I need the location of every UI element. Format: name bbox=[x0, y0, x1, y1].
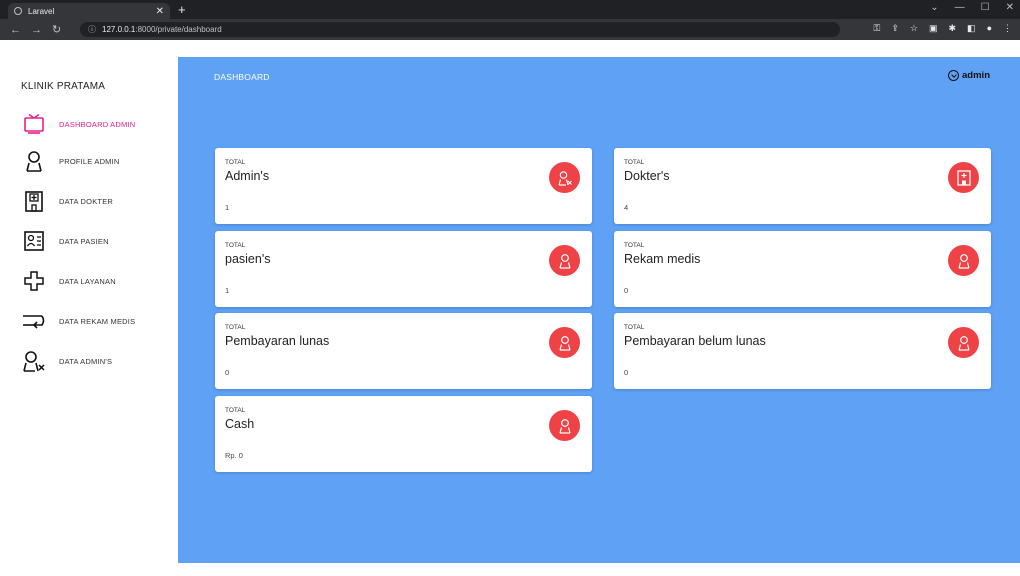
hospital-icon bbox=[22, 190, 46, 212]
sidebar-item-profile-admin[interactable]: PROFILE ADMIN bbox=[22, 149, 120, 173]
patient-list-icon bbox=[22, 230, 46, 252]
back-icon[interactable]: ← bbox=[10, 24, 21, 36]
user-icon bbox=[948, 327, 979, 358]
stat-card-rekam-medis[interactable]: TOTAL Rekam medis 0 bbox=[614, 231, 991, 307]
record-import-icon bbox=[22, 310, 46, 332]
key-icon[interactable]: ⚿ bbox=[874, 23, 881, 34]
sidebar-item-data-dokter[interactable]: DATA DOKTER bbox=[22, 189, 113, 213]
sidebar-item-label: DATA PASIEN bbox=[59, 236, 109, 246]
hospital-icon bbox=[948, 162, 979, 193]
close-window-icon[interactable]: ✕ bbox=[1006, 2, 1014, 13]
user-icon bbox=[549, 327, 580, 358]
url-path: :8000/private/dashboard bbox=[135, 25, 222, 34]
card-value: 1 bbox=[225, 286, 230, 295]
sidebar-item-dashboard-admin[interactable]: DASHBOARD ADMIN bbox=[22, 112, 135, 136]
tab-title: Laravel bbox=[28, 6, 55, 16]
browser-toolbar: ← → ↻ ⓘ 127.0.0.1:8000/private/dashboard… bbox=[0, 19, 1020, 40]
card-caption: TOTAL bbox=[225, 242, 246, 249]
star-icon[interactable]: ☆ bbox=[910, 23, 918, 34]
card-title: Rekam medis bbox=[624, 252, 701, 266]
browser-tab-strip: Laravel ✕ + ⌄ — ☐ ✕ bbox=[0, 0, 1020, 19]
main-content: DASHBOARD admin TOTAL Admin's 1 TOTAL Do… bbox=[178, 57, 1020, 563]
card-caption: TOTAL bbox=[624, 242, 645, 249]
sidebar-item-label: PROFILE ADMIN bbox=[59, 156, 120, 166]
sidebar-item-data-admins[interactable]: DATA ADMIN'S bbox=[22, 349, 112, 373]
sidebar-item-label: DASHBOARD ADMIN bbox=[59, 119, 136, 129]
card-caption: TOTAL bbox=[624, 324, 645, 331]
card-title: pasien's bbox=[225, 252, 271, 266]
window-controls: ⌄ — ☐ ✕ bbox=[930, 2, 1014, 13]
sidebar-item-data-layanan[interactable]: DATA LAYANAN bbox=[22, 269, 116, 293]
close-tab-icon[interactable]: ✕ bbox=[156, 6, 164, 17]
card-title: Pembayaran lunas bbox=[225, 334, 330, 348]
footer bbox=[178, 563, 1020, 576]
url-host: 127.0.0.1 bbox=[102, 25, 136, 34]
stat-card-pembayaran-lunas[interactable]: TOTAL Pembayaran lunas 0 bbox=[215, 313, 592, 389]
user-icon bbox=[948, 245, 979, 276]
forward-icon[interactable]: → bbox=[31, 24, 42, 36]
site-info-icon[interactable]: ⓘ bbox=[88, 24, 96, 35]
user-remove-icon bbox=[549, 162, 580, 193]
dropdown-circle-icon bbox=[948, 70, 960, 81]
page-title: DASHBOARD bbox=[214, 72, 270, 82]
stat-card-pembayaran-belum-lunas[interactable]: TOTAL Pembayaran belum lunas 0 bbox=[614, 313, 991, 389]
user-remove-icon bbox=[22, 350, 46, 372]
globe-icon bbox=[14, 7, 22, 15]
stat-card-dokters[interactable]: TOTAL Dokter's 4 bbox=[614, 148, 991, 224]
sidebar-item-data-pasien[interactable]: DATA PASIEN bbox=[22, 229, 109, 253]
stat-card-admins[interactable]: TOTAL Admin's 1 bbox=[215, 148, 592, 224]
card-title: Cash bbox=[225, 417, 255, 431]
maximize-icon[interactable]: ☐ bbox=[981, 2, 990, 13]
card-value: 1 bbox=[225, 203, 230, 212]
sidebar-item-label: DATA ADMIN'S bbox=[59, 356, 113, 366]
card-caption: TOTAL bbox=[624, 159, 645, 166]
profile-avatar-icon[interactable]: ● bbox=[987, 23, 992, 34]
browser-tab[interactable]: Laravel ✕ bbox=[8, 3, 170, 19]
new-tab-icon[interactable]: + bbox=[178, 2, 186, 17]
stat-card-pasiens[interactable]: TOTAL pasien's 1 bbox=[215, 231, 592, 307]
sidebar-item-label: DATA DOKTER bbox=[59, 196, 114, 206]
card-value: 0 bbox=[624, 368, 629, 377]
stat-card-cash[interactable]: TOTAL Cash Rp. 0 bbox=[215, 396, 592, 472]
share-icon[interactable]: ⇪ bbox=[891, 23, 899, 34]
extension-icon[interactable]: ▣ bbox=[929, 23, 938, 34]
more-menu-icon[interactable]: ⋮ bbox=[1003, 23, 1012, 34]
minimize-icon[interactable]: — bbox=[955, 2, 965, 13]
sidebar-item-label: DATA REKAM MEDIS bbox=[59, 316, 136, 326]
card-value: 0 bbox=[624, 286, 629, 295]
medical-cross-icon bbox=[22, 270, 46, 292]
puzzle-icon[interactable]: ✱ bbox=[949, 23, 957, 34]
card-title: Admin's bbox=[225, 169, 270, 183]
card-caption: TOTAL bbox=[225, 159, 246, 166]
monitor-icon bbox=[22, 113, 46, 135]
sidebar-item-label: DATA LAYANAN bbox=[59, 276, 116, 286]
user-icon bbox=[22, 150, 46, 172]
card-caption: TOTAL bbox=[225, 324, 246, 331]
sidebar-toggle-icon[interactable]: ◧ bbox=[967, 23, 976, 34]
card-value: Rp. 0 bbox=[225, 451, 243, 460]
user-menu[interactable]: admin bbox=[948, 70, 990, 81]
card-title: Pembayaran belum lunas bbox=[624, 334, 766, 348]
sidebar-item-data-rekam-medis[interactable]: DATA REKAM MEDIS bbox=[22, 309, 135, 333]
user-icon bbox=[549, 410, 580, 441]
reload-icon[interactable]: ↻ bbox=[52, 23, 61, 36]
user-name: admin bbox=[962, 70, 990, 81]
chevron-down-icon[interactable]: ⌄ bbox=[930, 2, 938, 13]
card-value: 0 bbox=[225, 368, 230, 377]
address-bar[interactable]: ⓘ 127.0.0.1:8000/private/dashboard bbox=[80, 22, 840, 37]
card-title: Dokter's bbox=[624, 169, 670, 183]
user-icon bbox=[549, 245, 580, 276]
card-value: 4 bbox=[624, 203, 629, 212]
card-caption: TOTAL bbox=[225, 407, 246, 414]
extensions-area: ⚿ ⇪ ☆ ▣ ✱ ◧ ● ⋮ bbox=[874, 23, 1013, 34]
brand-title: KLINIK PRATAMA bbox=[21, 81, 106, 92]
